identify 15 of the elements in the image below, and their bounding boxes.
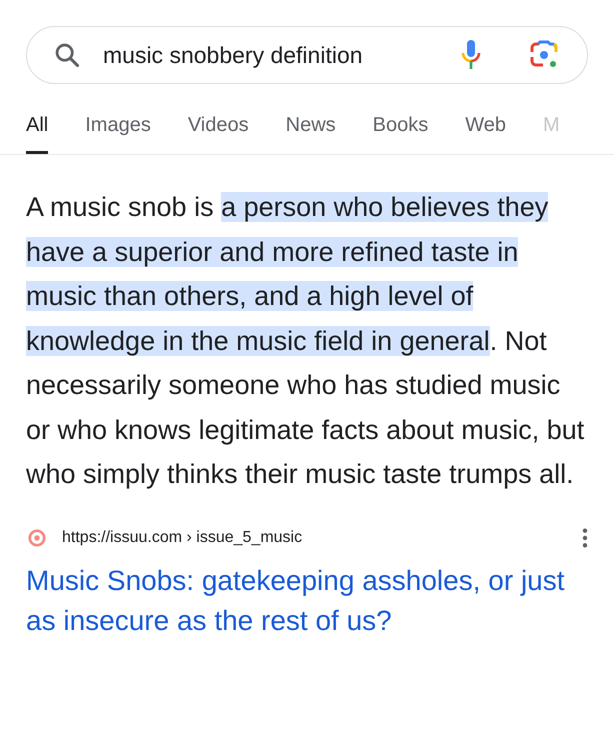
result-url: https://issuu.com › issue_5_music (62, 528, 304, 546)
search-bar[interactable]: music snobbery definition (26, 26, 588, 84)
definition-snippet: A music snob is a person who believes they have a superior and more refined taste in music than others, and a high level of knowledge in the music field in general. Not necessarily someone who has studied music or who knows legitimate facts about music, but who simply thinks their music taste trumps all. (26, 191, 586, 491)
result-title-link[interactable]: Music Snobs: gatekeeping assholes, or just as insecure as the rest of us? (26, 560, 588, 640)
search-icon (53, 41, 81, 69)
search-tab[interactable]: News (286, 114, 336, 154)
search-query[interactable]: music snobbery definition (103, 42, 461, 68)
search-tab[interactable]: Images (85, 114, 151, 154)
search-tab[interactable]: Books (372, 114, 428, 154)
site-favicon-icon (28, 528, 46, 546)
more-options-icon[interactable] (582, 526, 588, 548)
search-tab[interactable]: Web (465, 114, 506, 154)
microphone-icon[interactable] (461, 39, 481, 71)
search-tab[interactable]: Videos (188, 114, 249, 154)
camera-lens-icon[interactable] (529, 40, 559, 70)
